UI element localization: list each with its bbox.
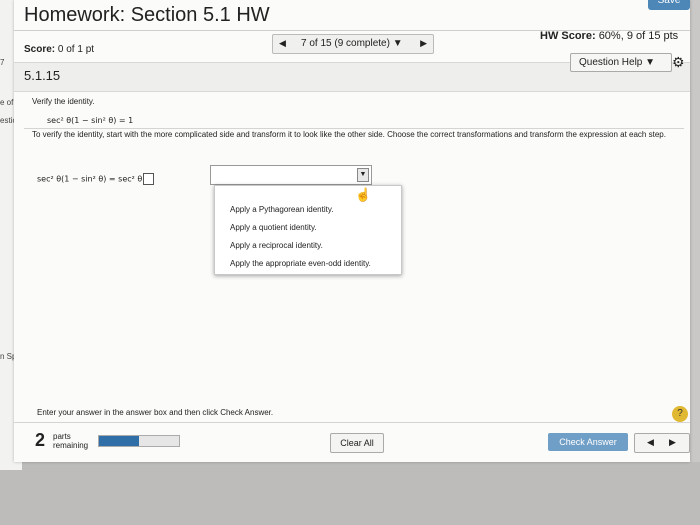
previous-question-icon[interactable]: ◀ — [279, 38, 286, 49]
score-text: Score: 0 of 1 pt — [24, 44, 94, 55]
enter-answer-message: Enter your answer in the answer box and … — [37, 408, 274, 417]
next-question-icon[interactable]: ▶ — [420, 38, 427, 49]
dropdown-option-reciprocal[interactable]: Apply a reciprocal identity. — [230, 241, 323, 250]
parts-label-line1: parts — [53, 432, 71, 441]
transformation-select[interactable]: ▼ — [210, 165, 372, 185]
parts-label-line2: remaining — [53, 441, 89, 450]
step-expression: sec² θ(1 − sin² θ) = sec² θ — [37, 173, 155, 185]
progress-fill — [99, 436, 139, 446]
desk-background — [0, 462, 700, 525]
part-navigation: ◀ ▶ — [634, 433, 690, 453]
footer-divider — [14, 422, 690, 423]
hw-score-text: HW Score: 60%, 9 of 15 pts — [540, 30, 678, 42]
chevron-down-icon[interactable]: ▼ — [357, 168, 369, 182]
score-value: 0 of 1 pt — [57, 44, 95, 55]
score-label: Score: — [24, 44, 56, 55]
answer-box[interactable] — [143, 173, 155, 185]
check-answer-button[interactable]: Check Answer — [548, 433, 628, 451]
page-title: Homework: Section 5.1 HW — [24, 4, 270, 26]
transformation-dropdown-menu: Apply a Pythagorean identity. Apply a qu… — [214, 185, 402, 275]
strip-text-1: 7 — [0, 58, 5, 67]
parts-remaining-count: 2 — [35, 430, 46, 450]
progress-bar — [98, 435, 180, 447]
gear-icon[interactable]: ⚙ — [672, 54, 685, 71]
hw-score-label: HW Score: — [540, 30, 596, 42]
previous-part-icon[interactable]: ◀ — [647, 437, 654, 448]
save-button[interactable]: Save — [648, 0, 690, 10]
dropdown-option-even-odd[interactable]: Apply the appropriate even-odd identity. — [230, 259, 371, 268]
hand-cursor-icon: ☝ — [355, 187, 372, 202]
question-prompt: Verify the identity. — [32, 97, 95, 106]
identity-equation: sec² θ(1 − sin² θ) = 1 — [47, 116, 134, 125]
hw-score-value: 60%, 9 of 15 pts — [598, 30, 679, 42]
parts-remaining-label: parts remaining — [53, 432, 88, 450]
dropdown-option-pythagorean[interactable]: Apply a Pythagorean identity. — [230, 205, 333, 214]
dropdown-option-quotient[interactable]: Apply a quotient identity. — [230, 223, 317, 232]
next-part-icon[interactable]: ▶ — [669, 437, 676, 448]
question-number: 5.1.15 — [24, 68, 61, 83]
question-selector[interactable]: 7 of 15 (9 complete) ▼ — [301, 38, 403, 49]
step-expression-text: sec² θ(1 − sin² θ) = sec² θ — [37, 174, 143, 184]
clear-all-button[interactable]: Clear All — [330, 433, 384, 453]
instructions-text: To verify the identity, start with the m… — [32, 130, 666, 139]
question-help-button[interactable]: Question Help ▼ — [570, 53, 672, 72]
question-pager[interactable]: ◀ 7 of 15 (9 complete) ▼ ▶ — [272, 34, 434, 54]
help-icon[interactable]: ? — [672, 406, 688, 422]
